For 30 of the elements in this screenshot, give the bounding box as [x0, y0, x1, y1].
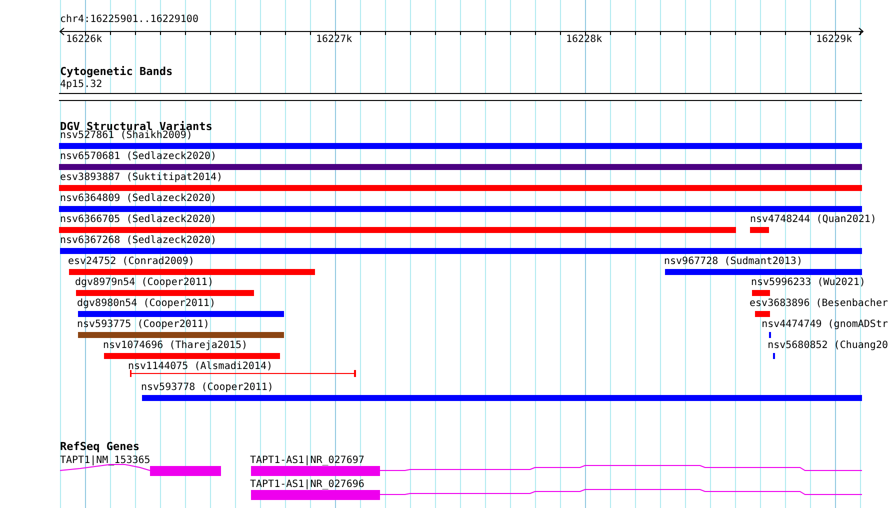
variant-label: dgv8979n54 (Cooper2011) [75, 277, 214, 289]
variant-label: esv24752 (Conrad2009) [68, 256, 194, 268]
track-title: Cytogenetic Bands [60, 66, 173, 78]
gene-label: TAPT1-AS1|NR_027696 [250, 479, 364, 491]
variant-label: nsv4474749 (gnomADStr [762, 319, 888, 331]
variant-label: esv3893887 (Suktitipat2014) [60, 172, 223, 184]
variant-label: nsv593775 (Cooper2011) [77, 319, 210, 331]
variant-label: nsv6364809 (Sedlazeck2020) [60, 193, 217, 205]
tick-label: 16229k [816, 34, 852, 46]
variant-label: nsv4748244 (Quan2021) [750, 214, 876, 226]
gene-label: TAPT1|NM_153365 [60, 455, 150, 467]
tick-label: 16227k [316, 34, 352, 46]
variant-label: nsv1074696 (Thareja2015) [103, 340, 248, 352]
gene-label: TAPT1-AS1|NR_027697 [250, 455, 364, 467]
track-title: RefSeq Genes [60, 441, 140, 453]
variant-label: nsv5996233 (Wu2021) [751, 277, 866, 289]
variant-label: nsv593778 (Cooper2011) [141, 382, 274, 394]
location-label: chr4:16225901..16229100 [60, 14, 198, 26]
variant-label: esv3683896 (Besenbacher [750, 298, 888, 310]
variant-label: nsv6366705 (Sedlazeck2020) [60, 214, 217, 226]
tick-label: 16228k [566, 34, 602, 46]
exon-block [150, 466, 221, 476]
variant-label: nsv6367268 (Sedlazeck2020) [60, 235, 217, 247]
variant-label: nsv6570681 (Sedlazeck2020) [60, 151, 217, 163]
band-label: 4p15.32 [60, 79, 102, 91]
variant-label: nsv1144075 (Alsmadi2014) [128, 361, 272, 373]
variant-label: nsv967728 (Sudmant2013) [664, 256, 802, 268]
tick-label: 16226k [66, 34, 102, 46]
variant-label: dgv8980n54 (Cooper2011) [77, 298, 216, 310]
variant-label: nsv5680852 (Chuang20 [768, 340, 888, 352]
